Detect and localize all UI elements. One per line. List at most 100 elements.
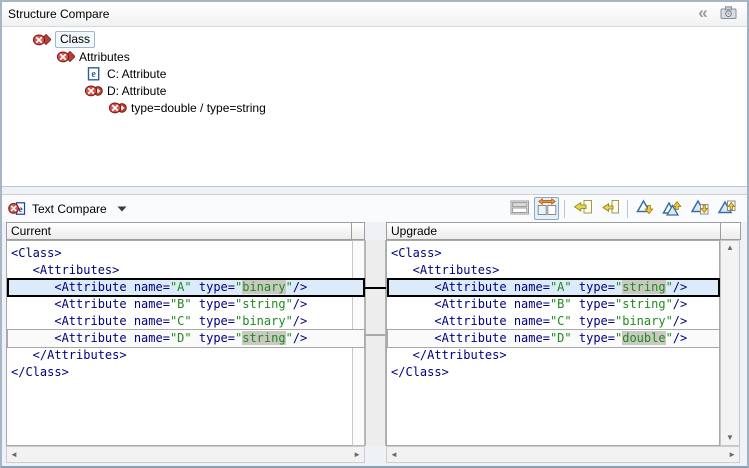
- next-difference-button[interactable]: [633, 197, 658, 220]
- text-compare-header: e Text Compare: [2, 195, 747, 222]
- code-segment: type=: [192, 297, 235, 311]
- code-line[interactable]: <Attribute name="C" type="binary"/>: [387, 313, 719, 330]
- element-e-icon: e: [85, 67, 103, 81]
- code-segment: ": [286, 280, 293, 294]
- previous-change-button[interactable]: [714, 197, 739, 220]
- diff-changed-plus-icon: [109, 101, 127, 115]
- code-segment: "string": [235, 297, 293, 311]
- code-line[interactable]: <Attributes>: [387, 262, 719, 279]
- camera-icon: [720, 5, 737, 23]
- side-by-side-layout-button[interactable]: [534, 197, 559, 220]
- code-line[interactable]: <Attribute name="D" type="string"/>: [7, 330, 352, 347]
- code-segment: "binary": [615, 314, 673, 328]
- code-segment: "B": [170, 297, 192, 311]
- tree-item[interactable]: D: Attribute: [2, 82, 747, 99]
- code-line[interactable]: <Attribute name="A" type="string"/>: [387, 279, 719, 296]
- other-diff-connector: [363, 334, 388, 336]
- code-line[interactable]: </Class>: [7, 364, 352, 381]
- right-pane-header-corner: [720, 222, 741, 240]
- code-segment: type=: [192, 280, 235, 294]
- tree-item[interactable]: Class: [2, 31, 747, 48]
- left-pane-title: Current: [11, 224, 51, 238]
- code-line[interactable]: <Attribute name="B" type="string"/>: [7, 296, 352, 313]
- code-segment: "D": [550, 331, 572, 345]
- tree-item-label: C: Attribute: [107, 67, 166, 81]
- right-source-pane[interactable]: <Class> <Attributes> <Attribute name="A"…: [386, 240, 720, 446]
- prev-diff-icon: [662, 199, 683, 219]
- tree-item[interactable]: type=double / type=string: [2, 99, 747, 116]
- code-segment: <Attribute name=: [11, 280, 170, 294]
- caret-down-icon[interactable]: [117, 206, 127, 212]
- scroll-right-icon[interactable]: ►: [353, 451, 361, 459]
- code-line[interactable]: <Attribute name="D" type="double"/>: [387, 330, 719, 347]
- code-segment: type=: [572, 314, 615, 328]
- code-segment: />: [293, 314, 307, 328]
- scroll-right-icon[interactable]: ►: [728, 451, 736, 459]
- code-segment: ": [666, 280, 673, 294]
- code-segment: />: [673, 297, 687, 311]
- text-compare-toolbar: [507, 197, 741, 220]
- next-change-icon: [689, 199, 710, 219]
- diff-connector-gutter: [365, 240, 386, 446]
- code-segment: <Class>: [391, 246, 442, 260]
- code-segment: />: [293, 331, 307, 345]
- copy-all-right-to-left-button[interactable]: [570, 197, 595, 220]
- code-line[interactable]: <Attributes>: [7, 262, 352, 279]
- tree-item-label: Attributes: [79, 50, 130, 64]
- scroll-up-icon[interactable]: ▲: [726, 244, 734, 252]
- code-segment: "C": [170, 314, 192, 328]
- code-segment: ": [666, 331, 673, 345]
- code-line[interactable]: <Attribute name="B" type="string"/>: [387, 296, 719, 313]
- code-line[interactable]: <Class>: [7, 245, 352, 262]
- copy-current-right-to-left-button[interactable]: [597, 197, 622, 220]
- code-segment: <Attribute name=: [11, 314, 170, 328]
- code-segment: "binary": [235, 314, 293, 328]
- ancestor-pane-icon: [510, 199, 530, 219]
- code-line[interactable]: </Attributes>: [7, 347, 352, 364]
- changed-word: string: [242, 331, 285, 345]
- code-segment: />: [673, 280, 687, 294]
- code-segment: />: [293, 297, 307, 311]
- tree-item[interactable]: Attributes: [2, 48, 747, 65]
- code-segment: <Attribute name=: [391, 280, 550, 294]
- left-source-code: <Class> <Attributes> <Attribute name="A"…: [7, 241, 352, 381]
- code-segment: </Attributes>: [11, 348, 127, 362]
- show-ancestor-pane-button[interactable]: [507, 197, 532, 220]
- next-diff-icon: [635, 199, 656, 219]
- code-segment: </Attributes>: [391, 348, 507, 362]
- prev-change-icon: [716, 199, 737, 219]
- scroll-down-icon[interactable]: ▼: [726, 434, 734, 442]
- right-horizontal-scrollbar[interactable]: ◄ ►: [386, 446, 740, 463]
- left-source-pane[interactable]: <Class> <Attributes> <Attribute name="A"…: [6, 240, 352, 446]
- code-segment: type=: [572, 331, 615, 345]
- structure-compare-header: Structure Compare «: [2, 2, 747, 27]
- tree-item-label: D: Attribute: [107, 84, 166, 98]
- changed-word: binary: [242, 280, 285, 294]
- collapse-panel-button[interactable]: «: [689, 4, 715, 24]
- tree-item[interactable]: e C: Attribute: [2, 65, 747, 82]
- compare-editor-window: Structure Compare « Class Attributes e C: A…: [0, 0, 749, 468]
- code-line[interactable]: </Class>: [387, 364, 719, 381]
- scroll-left-icon[interactable]: ◄: [390, 451, 398, 459]
- left-horizontal-scrollbar[interactable]: ◄ ►: [6, 446, 365, 463]
- chevrons-left-icon: «: [698, 4, 705, 21]
- changed-word: string: [622, 280, 665, 294]
- code-segment: <Attribute name=: [391, 331, 550, 345]
- code-segment: "A": [170, 280, 192, 294]
- code-line[interactable]: <Attribute name="A" type="binary"/>: [7, 279, 352, 296]
- code-line[interactable]: </Attributes>: [387, 347, 719, 364]
- code-segment: />: [673, 314, 687, 328]
- code-segment: type=: [572, 280, 615, 294]
- scroll-left-icon[interactable]: ◄: [10, 451, 18, 459]
- code-line[interactable]: <Class>: [387, 245, 719, 262]
- code-segment: <Attributes>: [391, 263, 499, 277]
- right-vertical-scrollbar[interactable]: ▲ ▼: [720, 240, 740, 446]
- diff-changed-icon: [57, 50, 75, 64]
- mirror-panes-icon: [537, 198, 557, 219]
- code-line[interactable]: <Attribute name="C" type="binary"/>: [7, 313, 352, 330]
- screenshot-button[interactable]: [715, 4, 741, 24]
- next-change-button[interactable]: [687, 197, 712, 220]
- diff-changed-icon: [33, 33, 51, 47]
- previous-difference-button[interactable]: [660, 197, 685, 220]
- text-compare-pane: e Text Compare Current Upgrade <Class> <…: [2, 194, 747, 466]
